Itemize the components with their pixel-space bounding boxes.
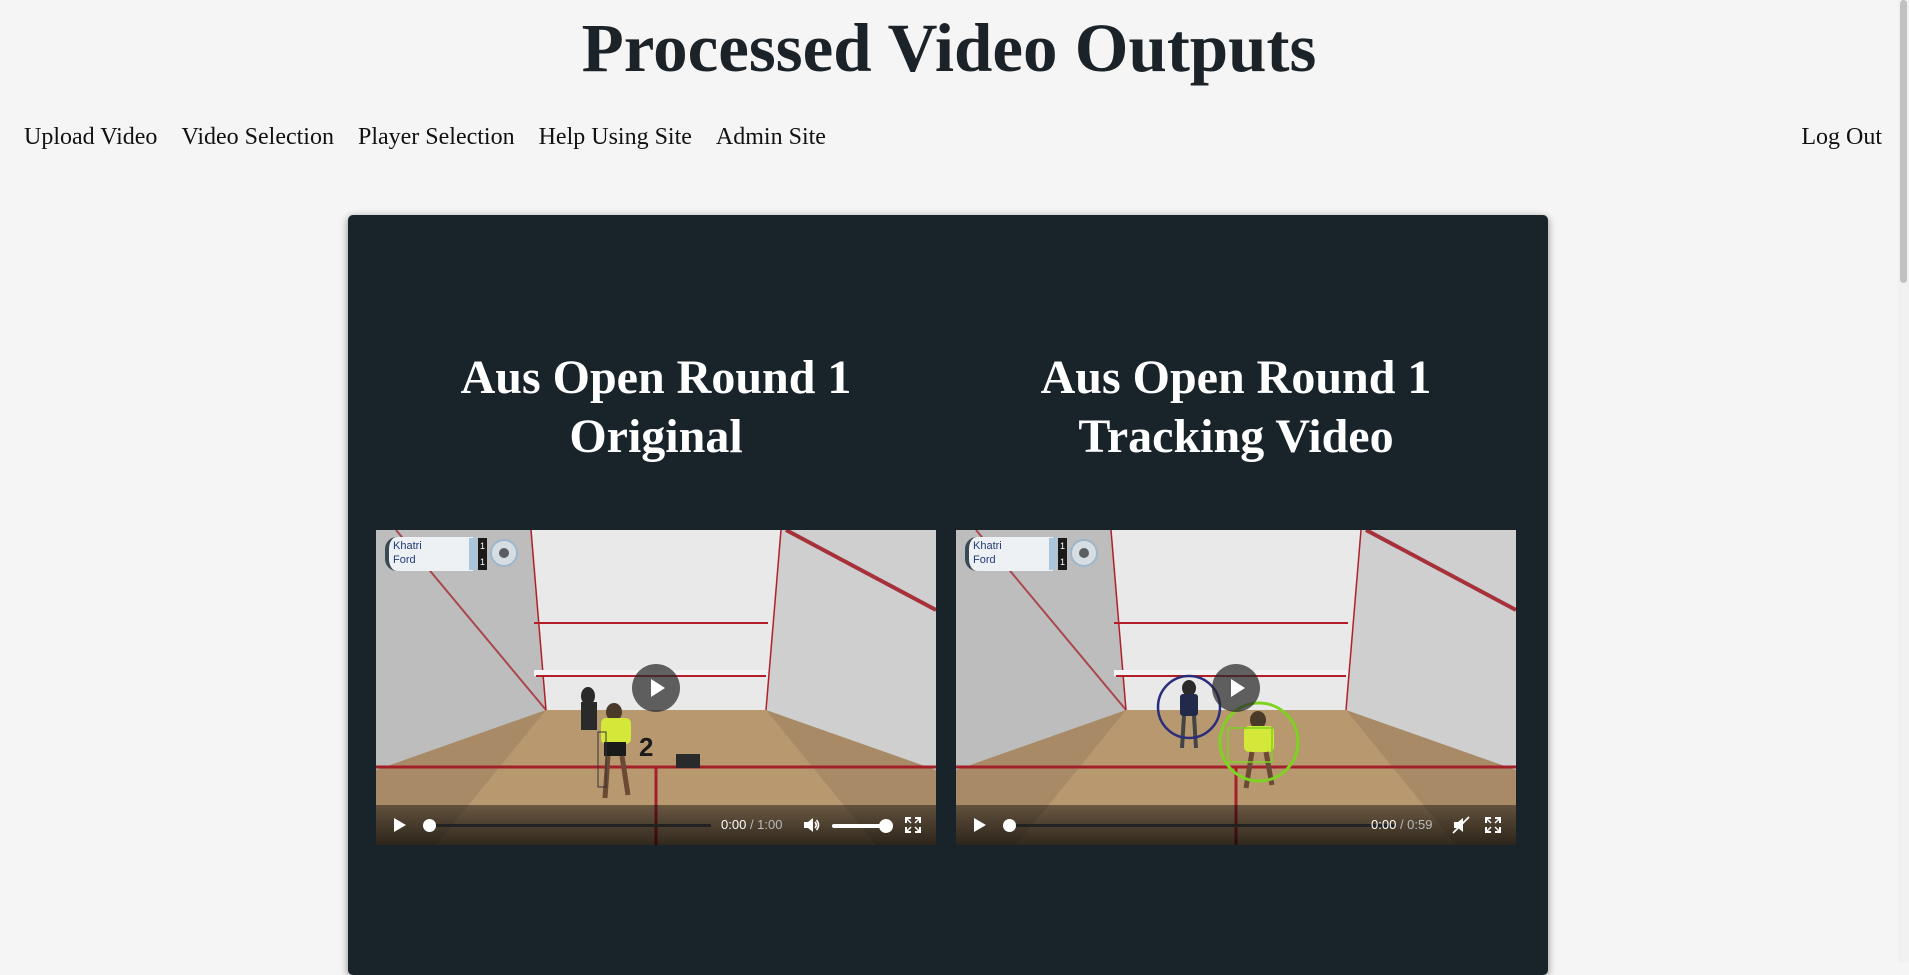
time-display: 0:00 / 1:00	[721, 817, 782, 833]
seek-knob[interactable]	[1003, 819, 1016, 832]
nav-player-selection[interactable]: Player Selection	[358, 120, 515, 154]
page-scrollbar[interactable]	[1898, 0, 1909, 963]
duration: / 0:59	[1399, 817, 1433, 832]
video-title-line2: Original	[569, 410, 743, 463]
volume-icon[interactable]	[802, 816, 820, 834]
scoreboard-games	[1049, 538, 1057, 570]
scoreboard-player2: Ford	[973, 554, 996, 566]
scoreboard-player2: Ford	[393, 554, 416, 566]
video-controls: 0:00 / 0:59	[956, 805, 1516, 845]
scoreboard-point-2: 1	[479, 557, 485, 567]
fullscreen-icon[interactable]	[1484, 816, 1502, 834]
nav-help-using-site[interactable]: Help Using Site	[539, 120, 692, 154]
nav-video-selection[interactable]: Video Selection	[181, 120, 334, 154]
current-time: 0:00	[721, 817, 747, 832]
volume-knob[interactable]	[879, 819, 893, 833]
big-play-button[interactable]	[632, 664, 680, 712]
video-title-line1: Aus Open Round 1	[1040, 351, 1432, 404]
seek-knob[interactable]	[423, 819, 436, 832]
seek-bar[interactable]	[1003, 819, 1395, 832]
scoreboard-points: 1 1	[478, 538, 487, 570]
duration: / 1:00	[749, 817, 783, 832]
time-display: 0:00 / 0:59	[1371, 817, 1432, 833]
scoreboard-games	[469, 538, 477, 570]
scoreboard: Khatri Ford 1 1	[385, 537, 518, 571]
nav-upload-video[interactable]: Upload Video	[24, 120, 157, 154]
logout-link[interactable]: Log Out	[1801, 120, 1882, 154]
video-player-original[interactable]: Khatri Ford 1 1 2 0:00 / 1:00	[376, 530, 936, 845]
scoreboard: Khatri Ford 1 1	[965, 537, 1098, 571]
play-icon[interactable]	[974, 818, 986, 832]
seek-bar[interactable]	[423, 819, 711, 832]
big-play-button[interactable]	[1212, 664, 1260, 712]
page-title: Processed Video Outputs	[581, 10, 1317, 86]
seek-track	[429, 824, 711, 827]
scoreboard-player1: Khatri	[393, 540, 422, 552]
video-controls: 0:00 / 1:00	[376, 805, 936, 845]
scoreboard-point-2: 1	[1059, 557, 1065, 567]
scoreboard-names: Khatri Ford	[965, 537, 1053, 571]
scoreboard-points: 1 1	[1058, 538, 1067, 570]
play-icon[interactable]	[394, 818, 406, 832]
scoreboard-point-1: 1	[1059, 541, 1065, 551]
volume-slider[interactable]	[832, 819, 893, 833]
nav-admin-site[interactable]: Admin Site	[716, 120, 826, 154]
scrollbar-thumb[interactable]	[1900, 0, 1907, 283]
video-title-line1: Aus Open Round 1	[460, 351, 852, 404]
current-time: 0:00	[1371, 817, 1397, 832]
video-title-tracking: Aus Open Round 1 Tracking Video	[956, 348, 1516, 466]
fullscreen-icon[interactable]	[904, 816, 922, 834]
video-panel: Aus Open Round 1 Original Khatri Ford 1 …	[348, 215, 1548, 975]
video-title-original: Aus Open Round 1 Original	[376, 348, 936, 466]
video-title-line2: Tracking Video	[1078, 410, 1394, 463]
volume-muted-icon[interactable]	[1452, 816, 1470, 834]
scoreboard-point-1: 1	[479, 541, 485, 551]
main-nav: Upload Video Video Selection Player Sele…	[24, 120, 850, 154]
tournament-logo-icon	[1070, 539, 1098, 567]
tournament-logo-icon	[490, 539, 518, 567]
video-player-tracking[interactable]: Khatri Ford 1 1 0:00 / 0:59	[956, 530, 1516, 845]
seek-track	[1009, 824, 1395, 827]
scoreboard-player1: Khatri	[973, 540, 1002, 552]
scoreboard-names: Khatri Ford	[385, 537, 473, 571]
overlay-number: 2	[639, 732, 654, 762]
